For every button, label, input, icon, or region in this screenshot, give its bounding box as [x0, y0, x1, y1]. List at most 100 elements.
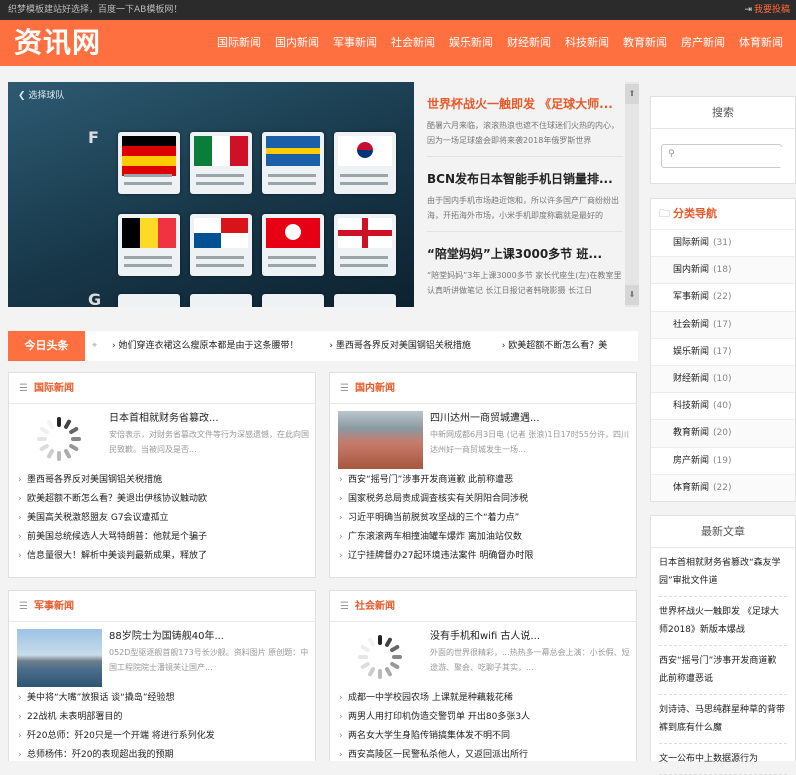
list-item[interactable]: 辽宁挂牌督办27起环境违法案件 明确督办时限	[338, 547, 634, 566]
category-item[interactable]: 房产新闻 (19)	[651, 446, 795, 474]
list-item[interactable]: 成都一中学校园农场 上课就是种藕栽花稀	[338, 689, 634, 708]
category-item[interactable]: 国际新闻 (31)	[651, 229, 795, 256]
list-item[interactable]: 总师杨伟：歼20的表现超出我的预期	[17, 746, 313, 765]
category-item[interactable]: 社会新闻 (17)	[651, 310, 795, 338]
main-nav: 国际新闻 国内新闻 军事新闻 社会新闻 娱乐新闻 财经新闻 科技新闻 教育新闻 …	[210, 20, 790, 66]
list-icon: ☰	[340, 601, 349, 612]
scroll-up-button[interactable]: ⬆	[625, 84, 639, 104]
list-item[interactable]: 国家税务总局责成调查核实有关阴阳合同涉税	[338, 490, 634, 509]
scroll-down-button[interactable]: ⬇	[625, 285, 639, 305]
ticker-item[interactable]: › 欧美超额不断怎么看？美	[502, 341, 621, 351]
feature-desc: 052D型驱逐舰首舰173号长沙舰。资料图片 原创题：中国工程院院士潘镜芙让国产…	[109, 648, 309, 672]
site-logo[interactable]: 资讯网	[14, 24, 101, 62]
headline-item[interactable]: 世界杯战火一触即发 《足球大师... 酷暑六月来临，滚滚热浪也遮不住球迷们火热的…	[427, 95, 623, 157]
latest-item[interactable]: 文一公布中上数据源行为	[659, 744, 787, 775]
search-input[interactable]	[682, 147, 782, 167]
box-title[interactable]: 社会新闻	[355, 601, 395, 612]
ticker-items: › 她们穿连衣裙这么瘦原本都是由于这条腰带！ › 墨西哥各界反对美国钢铝关税措施…	[112, 331, 638, 361]
feature-title[interactable]: 日本首相就财务省篡改...	[109, 409, 219, 424]
category-name: 国内新闻	[673, 265, 710, 276]
list-item[interactable]: 墨西哥各界反对美国钢铝关税措施	[17, 471, 313, 490]
list-item[interactable]: 西安高陵区一民警私杀他人，又返回派出所行	[338, 746, 634, 765]
list-icon: ☰	[340, 383, 349, 394]
category-item[interactable]: 体育新闻 (22)	[651, 473, 795, 501]
category-item[interactable]: 娱乐新闻 (17)	[651, 337, 795, 365]
loading-spinner-icon	[37, 417, 81, 461]
team-card-belgium	[118, 214, 180, 276]
category-count: (31)	[713, 238, 732, 248]
list-item[interactable]: 信息量很大！解析中美谈判最新成果，释放了	[17, 547, 313, 566]
team-card-germany	[118, 132, 180, 194]
category-item[interactable]: 军事新闻 (22)	[651, 283, 795, 310]
list-item[interactable]: 欧美超额不断怎么看？美退出伊核协议触动欧	[17, 490, 313, 509]
category-count: (10)	[713, 373, 732, 384]
ticker-item[interactable]: › 墨西哥各界反对美国钢铝关税措施	[329, 341, 484, 351]
headline-title[interactable]: “陪堂妈妈”上课3000多节 班...	[427, 245, 623, 262]
list-item[interactable]: 美国高关税激怒盟友 G7会议遭孤立	[17, 509, 313, 528]
list-item[interactable]: 广东滚滚两车相撞油罐车爆炸 离加油站仅数	[338, 528, 634, 547]
nav-item[interactable]: 财经新闻	[500, 20, 558, 66]
group-letter: G	[88, 290, 102, 307]
feature-desc: 安倍表示，对财务省篡改文件等行为深感遗憾，在此向国民致歉。当被问及是否...	[109, 430, 309, 454]
nav-item[interactable]: 国际新闻	[210, 20, 268, 66]
list-item[interactable]: 两名女大学生身陷传销搞集体发不明不同	[338, 727, 634, 746]
latest-item[interactable]: 刘诗诗、马思纯群星种草的背带裤到底有什么魔	[659, 695, 787, 744]
nav-item[interactable]: 房产新闻	[674, 20, 732, 66]
category-item[interactable]: 国内新闻 (18)	[651, 256, 795, 284]
feature-image[interactable]	[338, 411, 423, 469]
headline-scrollbar[interactable]: ⬆ ⬇	[625, 82, 639, 307]
feature-title[interactable]: 没有手机和wifi 古人说...	[430, 627, 540, 642]
feature-title[interactable]: 四川达州一商贸城遭遇...	[430, 409, 540, 424]
featured-slider-image[interactable]: ❮ 选择球队 F G	[8, 82, 414, 307]
category-item[interactable]: 财经新闻 (10)	[651, 364, 795, 393]
headline-title[interactable]: BCN发布日本智能手机日销量排...	[427, 170, 623, 187]
feature-desc: 中新网成都6月3日电 (记者 张浪)1日17时55分许，四川达州好一商贸城发生一…	[430, 430, 629, 454]
headline-item[interactable]: BCN发布日本智能手机日销量排... 由于国内手机市场趋近饱和，所以许多国产厂商…	[427, 170, 623, 232]
category-name: 娱乐新闻	[673, 346, 710, 357]
box-header: ☰ 社会新闻	[330, 591, 636, 622]
ticker-item[interactable]: › 她们穿连衣裙这么瘦原本都是由于这条腰带！	[112, 341, 312, 351]
list-item[interactable]: 22战机 未表明部署目的	[17, 708, 313, 727]
nav-item[interactable]: 社会新闻	[384, 20, 442, 66]
feature-image[interactable]	[17, 629, 102, 687]
headline-item[interactable]: “陪堂妈妈”上课3000多节 班... “陪堂妈妈”3年上课3000多节 家长代…	[427, 245, 623, 298]
list-item[interactable]: 前美国总统候选人大骂特朗普：他就是个骗子	[17, 528, 313, 547]
list-icon: ☰	[19, 601, 28, 612]
latest-item[interactable]: 世界杯战火一触即发 《足球大师2018》新版本爆战	[659, 597, 787, 646]
list-item[interactable]: 美中将“大嘴”放狠话 谈“撬岛”经验想	[17, 689, 313, 708]
top-bar-text: 织梦模板建站好选择，百度一下AB模板网！	[8, 5, 183, 15]
nav-item[interactable]: 军事新闻	[326, 20, 384, 66]
latest-item[interactable]: 西安“摇号门”涉事开发商道歉 此前称遭恶诋	[659, 646, 787, 695]
nav-item[interactable]: 娱乐新闻	[442, 20, 500, 66]
list-item[interactable]: 歼20总师：歼20只是一个开端 将进行系列化发	[17, 727, 313, 746]
team-card-sweden	[262, 132, 324, 194]
box-title[interactable]: 国际新闻	[34, 383, 74, 394]
nav-item[interactable]: 体育新闻	[732, 20, 790, 66]
category-item[interactable]: 科技新闻 (40)	[651, 392, 795, 419]
news-ticker: 今日头条 ⌖ › 她们穿连衣裙这么瘦原本都是由于这条腰带！ › 墨西哥各界反对美…	[8, 331, 638, 361]
category-panel: 🗀 分类导航 国际新闻 (31) 国内新闻 (18) 军事新闻 (22) 社会新闻 (17…	[650, 198, 796, 502]
list-item[interactable]: 两男人用打印机伪造交警罚单 开出80多张3人	[338, 708, 634, 727]
category-name: 教育新闻	[673, 428, 710, 439]
team-card-tunisia	[262, 214, 324, 276]
feature-title[interactable]: 88岁院士为国铸舰40年...	[109, 627, 224, 642]
list-item[interactable]: 习近平明确当前脱贫攻坚战的三个“着力点”	[338, 509, 634, 528]
post-link[interactable]: ⇥ 我要投稿	[744, 0, 790, 20]
category-header: 🗀 分类导航	[651, 199, 795, 229]
loading-spinner-icon	[358, 635, 402, 679]
list-item[interactable]: 西安“摇号门”涉事开发商道歉 此前称遭恶	[338, 471, 634, 490]
search-panel: 搜索 ⚲	[650, 96, 796, 184]
nav-item[interactable]: 科技新闻	[558, 20, 616, 66]
headline-desc: 酷暑六月来临，滚滚热浪也遮不住球迷们火热的内心，因为一场足球盛会即将来袭2018…	[427, 121, 619, 145]
box-title[interactable]: 军事新闻	[34, 601, 74, 612]
latest-item[interactable]: 日本首相就财务省篡改“森友学园”审批文件道	[659, 548, 787, 597]
category-name: 国际新闻	[673, 238, 710, 248]
category-item[interactable]: 教育新闻 (20)	[651, 419, 795, 447]
box-title[interactable]: 国内新闻	[355, 383, 395, 394]
slider-back-button[interactable]: ❮ 选择球队	[18, 88, 64, 101]
nav-item[interactable]: 国内新闻	[268, 20, 326, 66]
category-count: (18)	[713, 265, 732, 276]
search-box[interactable]: ⚲	[661, 144, 782, 168]
headline-title[interactable]: 世界杯战火一触即发 《足球大师...	[427, 95, 623, 112]
nav-item[interactable]: 教育新闻	[616, 20, 674, 66]
